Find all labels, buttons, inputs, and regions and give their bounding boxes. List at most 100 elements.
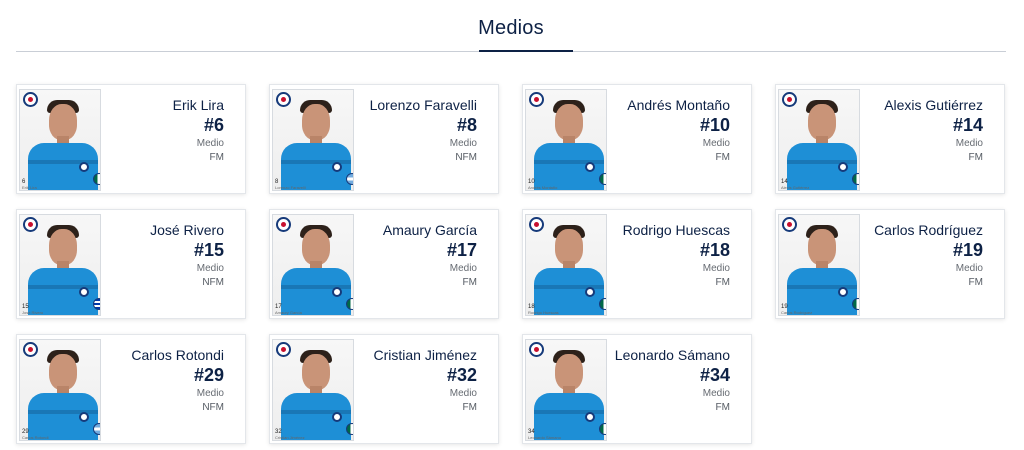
club-crest-icon [529, 217, 544, 232]
player-status: FM [715, 152, 730, 163]
player-info: Carlos Rotondi #29 Medio NFM [92, 346, 224, 415]
player-info: Erik Lira #6 Medio FM [92, 96, 224, 165]
jersey-badge-icon [585, 162, 595, 172]
player-card[interactable]: 14 Alexis Gutiérrez Alexis Gutiérrez #14… [775, 84, 1005, 194]
header-accent-underline [479, 50, 573, 52]
player-status: FM [968, 277, 983, 288]
player-photo: 8 Lorenzo Faravelli [272, 89, 354, 191]
player-name: Rodrigo Huescas [622, 222, 730, 238]
club-crest-icon [782, 92, 797, 107]
player-card[interactable]: 10 Andrés Montaño Andrés Montaño #10 Med… [522, 84, 752, 194]
player-face [49, 354, 77, 390]
player-card[interactable]: 19 Carlos Rodríguez Carlos Rodríguez #19… [775, 209, 1005, 319]
club-crest-icon [23, 217, 38, 232]
mexico-flag-icon [599, 173, 606, 185]
player-number: #34 [699, 365, 730, 385]
player-position: Medio [449, 138, 477, 149]
player-info: Lorenzo Faravelli #8 Medio NFM [345, 96, 477, 165]
player-name: Cristian Jiménez [373, 347, 477, 363]
jersey-badge-icon [79, 412, 89, 422]
player-status: NFM [455, 152, 477, 163]
player-face [555, 229, 583, 265]
player-position: Medio [449, 388, 477, 399]
jersey-badge-icon [585, 412, 595, 422]
photo-caption: Carlos Rotondi [22, 435, 49, 440]
player-status: FM [968, 152, 983, 163]
player-name: Erik Lira [172, 97, 224, 113]
player-name: Leonardo Sámano [614, 347, 730, 363]
player-status: NFM [202, 277, 224, 288]
player-photo: 14 Alexis Gutiérrez [778, 89, 860, 191]
club-crest-icon [529, 342, 544, 357]
player-card[interactable]: 32 Cristian Jiménez Cristian Jiménez #32… [269, 334, 499, 444]
player-position: Medio [449, 263, 477, 274]
player-face [302, 229, 330, 265]
player-card[interactable]: 29 Carlos Rotondi Carlos Rotondi #29 Med… [16, 334, 246, 444]
player-card[interactable]: 6 Erik Lira Erik Lira #6 Medio FM [16, 84, 246, 194]
player-face [302, 104, 330, 140]
player-status: FM [715, 277, 730, 288]
player-info: José Rivero #15 Medio NFM [92, 221, 224, 290]
player-photo: 17 Amaury García [272, 214, 354, 316]
player-name: Carlos Rodríguez [874, 222, 983, 238]
player-position: Medio [955, 263, 983, 274]
player-face [808, 229, 836, 265]
player-info: Leonardo Sámano #34 Medio FM [598, 346, 730, 415]
jersey-badge-icon [838, 287, 848, 297]
photo-caption: Andrés Montaño [528, 185, 558, 190]
argentina-flag-icon [346, 173, 353, 185]
player-face [555, 354, 583, 390]
player-photo: 18 Rodrigo Huescas [525, 214, 607, 316]
club-crest-icon [276, 342, 291, 357]
photo-caption: Carlos Rodríguez [781, 310, 813, 315]
player-number: #17 [446, 240, 477, 260]
player-photo: 10 Andrés Montaño [525, 89, 607, 191]
jersey-badge-icon [585, 287, 595, 297]
player-number: #15 [193, 240, 224, 260]
jersey-badge-icon [332, 162, 342, 172]
player-name: Amaury García [382, 222, 477, 238]
mexico-flag-icon [346, 423, 353, 435]
player-number: #32 [446, 365, 477, 385]
player-info: Andrés Montaño #10 Medio FM [598, 96, 730, 165]
player-status: NFM [202, 402, 224, 413]
player-face [302, 354, 330, 390]
player-number: #19 [952, 240, 983, 260]
mexico-flag-icon [852, 298, 859, 310]
player-card[interactable]: 8 Lorenzo Faravelli Lorenzo Faravelli #8… [269, 84, 499, 194]
photo-caption: Amaury García [275, 310, 302, 315]
player-position: Medio [702, 388, 730, 399]
club-crest-icon [529, 92, 544, 107]
player-number: #8 [456, 115, 477, 135]
jersey-badge-icon [332, 412, 342, 422]
player-photo: 32 Cristian Jiménez [272, 339, 354, 441]
player-position: Medio [955, 138, 983, 149]
photo-caption: Cristian Jiménez [275, 435, 305, 440]
player-info: Carlos Rodríguez #19 Medio FM [851, 221, 983, 290]
player-photo: 34 Leonardo Sámano [525, 339, 607, 441]
club-crest-icon [276, 217, 291, 232]
player-info: Rodrigo Huescas #18 Medio FM [598, 221, 730, 290]
player-photo: 19 Carlos Rodríguez [778, 214, 860, 316]
jersey-badge-icon [79, 162, 89, 172]
photo-caption: Erik Lira [22, 185, 37, 190]
player-card[interactable]: 18 Rodrigo Huescas Rodrigo Huescas #18 M… [522, 209, 752, 319]
player-card[interactable]: 15 José Rivero José Rivero #15 Medio NFM [16, 209, 246, 319]
club-crest-icon [23, 92, 38, 107]
player-status: FM [462, 277, 477, 288]
player-info: Amaury García #17 Medio FM [345, 221, 477, 290]
player-card[interactable]: 17 Amaury García Amaury García #17 Medio… [269, 209, 499, 319]
player-name: Andrés Montaño [627, 97, 730, 113]
mexico-flag-icon [599, 423, 606, 435]
player-grid: 6 Erik Lira Erik Lira #6 Medio FM 8 Lore… [16, 84, 1006, 444]
mexico-flag-icon [93, 173, 100, 185]
club-crest-icon [23, 342, 38, 357]
player-face [808, 104, 836, 140]
player-status: FM [715, 402, 730, 413]
player-number: #14 [952, 115, 983, 135]
player-number: #18 [699, 240, 730, 260]
jersey-badge-icon [79, 287, 89, 297]
player-card[interactable]: 34 Leonardo Sámano Leonardo Sámano #34 M… [522, 334, 752, 444]
player-position: Medio [196, 388, 224, 399]
player-status: FM [462, 402, 477, 413]
